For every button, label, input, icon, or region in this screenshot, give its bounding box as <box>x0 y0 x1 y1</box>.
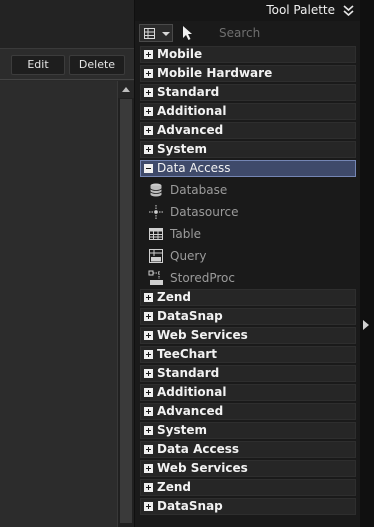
component-storedproc[interactable]: StoredProc <box>140 267 356 289</box>
category-standard[interactable]: Standard <box>140 84 356 101</box>
category-teechart[interactable]: TeeChart <box>140 346 356 363</box>
category-data-access-2[interactable]: Data Access <box>140 441 356 458</box>
view-options-button[interactable] <box>139 24 173 42</box>
scrollbar-thumb[interactable] <box>120 99 132 523</box>
palette-title: Tool Palette <box>266 3 335 17</box>
palette-toolbar <box>135 22 361 44</box>
delete-button[interactable]: Delete <box>69 55 125 75</box>
expand-icon[interactable] <box>144 50 153 59</box>
category-mobile[interactable]: Mobile <box>140 46 356 63</box>
category-web-services[interactable]: Web Services <box>140 327 356 344</box>
right-dock-strip <box>360 0 374 527</box>
expand-icon[interactable] <box>144 145 153 154</box>
datasource-icon <box>149 205 163 219</box>
category-standard-2[interactable]: Standard <box>140 365 356 382</box>
table-icon <box>149 228 163 240</box>
expand-right-icon[interactable] <box>363 320 369 330</box>
expand-icon[interactable] <box>144 331 153 340</box>
expand-icon[interactable] <box>144 69 153 78</box>
category-mobile-hardware[interactable]: Mobile Hardware <box>140 65 356 82</box>
query-icon <box>149 249 163 263</box>
expand-icon[interactable] <box>144 350 153 359</box>
chevron-down-icon <box>162 32 170 36</box>
component-datasource[interactable]: Datasource <box>140 201 356 223</box>
editor-header <box>0 0 134 48</box>
editor-pane: Edit Delete <box>0 0 134 527</box>
category-additional-2[interactable]: Additional <box>140 384 356 401</box>
expand-icon[interactable] <box>144 407 153 416</box>
category-web-services-2[interactable]: Web Services <box>140 460 356 477</box>
category-zend[interactable]: Zend <box>140 289 356 306</box>
edit-button[interactable]: Edit <box>11 55 65 75</box>
expand-icon[interactable] <box>144 445 153 454</box>
database-icon <box>150 183 162 197</box>
grid-view-icon <box>144 28 155 39</box>
collapse-icon[interactable] <box>343 5 354 16</box>
editor-content[interactable] <box>0 81 117 527</box>
component-query[interactable]: Query <box>140 245 356 267</box>
tool-palette: Tool Palette Mobile Mobile Hardware S <box>134 0 361 527</box>
category-data-access-expanded[interactable]: Data Access <box>140 160 356 177</box>
scroll-up-icon[interactable] <box>118 81 134 98</box>
expand-icon[interactable] <box>144 483 153 492</box>
expand-icon[interactable] <box>144 126 153 135</box>
expand-icon[interactable] <box>144 88 153 97</box>
category-advanced-2[interactable]: Advanced <box>140 403 356 420</box>
expand-icon[interactable] <box>144 107 153 116</box>
vertical-scrollbar[interactable] <box>117 81 134 527</box>
expand-icon[interactable] <box>144 312 153 321</box>
category-system-2[interactable]: System <box>140 422 356 439</box>
expand-icon[interactable] <box>144 464 153 473</box>
expand-icon[interactable] <box>144 388 153 397</box>
component-table[interactable]: Table <box>140 223 356 245</box>
category-list: Mobile Mobile Hardware Standard Addition… <box>140 46 356 517</box>
category-system[interactable]: System <box>140 141 356 158</box>
expand-icon[interactable] <box>144 369 153 378</box>
component-database[interactable]: Database <box>140 179 356 201</box>
editor-toolbar: Edit Delete <box>0 48 134 80</box>
storedproc-icon <box>148 270 163 285</box>
collapse-category-icon[interactable] <box>144 164 153 173</box>
palette-header: Tool Palette <box>135 0 361 21</box>
category-additional[interactable]: Additional <box>140 103 356 120</box>
category-datasnap-2[interactable]: DataSnap <box>140 498 356 515</box>
expand-icon[interactable] <box>144 293 153 302</box>
expand-icon[interactable] <box>144 426 153 435</box>
pointer-icon[interactable] <box>181 25 195 41</box>
category-datasnap[interactable]: DataSnap <box>140 308 356 325</box>
category-advanced[interactable]: Advanced <box>140 122 356 139</box>
search-input[interactable] <box>201 24 359 42</box>
category-zend-2[interactable]: Zend <box>140 479 356 496</box>
expand-icon[interactable] <box>144 502 153 511</box>
